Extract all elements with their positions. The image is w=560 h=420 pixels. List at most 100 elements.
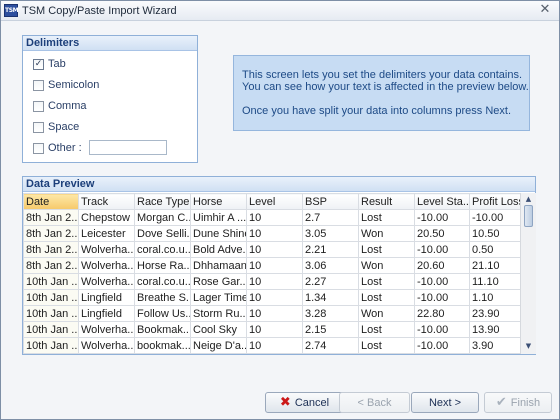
close-icon[interactable]: ✕ <box>537 3 553 17</box>
table-row[interactable]: 8th Jan 2... Chepstow Morgan C... Uimhir A … <box>23 209 520 226</box>
chevron-down-icon[interactable]: ▼ <box>524 342 533 351</box>
table-cell: Won <box>358 305 415 322</box>
space-option[interactable]: Space <box>33 120 79 134</box>
table-row[interactable]: 10th Jan ...SandownWilliam H...Sir Kavan… <box>23 353 520 354</box>
table-cell: Lost <box>358 337 415 354</box>
table-cell: Lingfield <box>78 289 135 306</box>
table-row[interactable]: 10th Jan ... Lingfield Follow Us... Storm R… <box>23 305 520 322</box>
table-cell: Follow Us... <box>134 305 191 322</box>
table-cell: 8th Jan 2... <box>23 225 79 242</box>
data-preview-header: Data Preview <box>23 177 535 192</box>
table-cell: -10.00 <box>414 209 470 226</box>
column-header[interactable]: BSP <box>302 193 359 210</box>
table-cell: Wolverha... <box>78 337 135 354</box>
table-cell: Storm Ru... <box>190 305 247 322</box>
other-delimiter-input[interactable] <box>89 140 167 155</box>
data-preview-panel: Data Preview Date Track Race Type Horse … <box>22 176 536 355</box>
table-cell: 10th Jan ... <box>23 289 79 306</box>
table-cell: 10 <box>246 209 303 226</box>
table-cell: Bookmak... <box>134 321 191 338</box>
table-row[interactable]: 10th Jan ... Lingfield Breathe S... Lager T… <box>23 289 520 306</box>
table-row[interactable]: 10th Jan ... Wolverha... Bookmak... Cool Sk… <box>23 321 520 338</box>
table-cell: 3.05 <box>302 225 359 242</box>
column-header[interactable]: Date <box>23 193 79 210</box>
table-cell: 10 <box>246 305 303 322</box>
preview-grid[interactable]: Date Track Race Type Horse Level BSP Res… <box>23 193 520 354</box>
back-button[interactable]: < Back <box>339 392 410 413</box>
column-header[interactable]: Profit Loss <box>469 193 520 210</box>
cancel-button[interactable]: ✖ Cancel <box>265 392 344 413</box>
table-cell: Wolverha... <box>78 257 135 274</box>
table-cell: 3.28 <box>302 305 359 322</box>
chevron-up-icon[interactable]: ▲ <box>524 195 533 204</box>
table-cell: Dove Selli... <box>134 225 191 242</box>
window-title: TSM Copy/Paste Import Wizard <box>22 5 177 17</box>
table-cell: coral.co.u... <box>134 241 191 258</box>
table-cell: Bold Adve... <box>190 241 247 258</box>
table-cell: 10th Jan ... <box>23 273 79 290</box>
table-row[interactable]: 8th Jan 2... Wolverha... Horse Ra... Dhhama… <box>23 257 520 274</box>
comma-checkbox[interactable] <box>33 100 44 112</box>
table-cell: -10.00 <box>469 209 520 226</box>
delimiters-header: Delimiters <box>23 36 197 51</box>
column-header[interactable]: Level <box>246 193 303 210</box>
table-cell: 10.50 <box>469 225 520 242</box>
table-cell: Dune Shine <box>190 225 247 242</box>
tab-label: Tab <box>48 58 66 70</box>
column-header[interactable]: Horse <box>190 193 247 210</box>
table-cell: 23.90 <box>469 305 520 322</box>
preview-body: 8th Jan 2... Chepstow Morgan C... Uimhir A … <box>23 209 520 354</box>
header-row: Date Track Race Type Horse Level BSP Res… <box>23 193 520 210</box>
table-cell: 11.10 <box>469 273 520 290</box>
table-cell: 10 <box>246 241 303 258</box>
scroll-thumb[interactable] <box>524 205 533 227</box>
finish-label: Finish <box>510 396 541 409</box>
semicolon-option[interactable]: Semicolon <box>33 78 99 92</box>
instructions-box: This screen lets you set the delimiters … <box>233 55 530 131</box>
table-cell: 3.06 <box>302 257 359 274</box>
table-cell: Leicester <box>78 225 135 242</box>
table-cell: coral.co.u... <box>134 273 191 290</box>
next-button[interactable]: Next > <box>411 392 479 413</box>
other-option[interactable]: Other : <box>33 141 82 155</box>
tab-option[interactable]: ✓ Tab <box>33 57 66 71</box>
table-cell: -10.00 <box>414 289 470 306</box>
table-cell: William H... <box>134 353 191 354</box>
column-header[interactable]: Level Sta... <box>414 193 470 210</box>
cancel-label: Cancel <box>294 396 330 409</box>
app-logo-icon: TSM <box>4 4 19 17</box>
table-cell: 10 <box>246 289 303 306</box>
table-cell: 10th Jan ... <box>23 305 79 322</box>
table-cell: 2.74 <box>302 337 359 354</box>
space-label: Space <box>48 121 80 133</box>
table-cell: 3.90 <box>469 337 520 354</box>
table-cell: Morgan C... <box>134 209 191 226</box>
table-cell: Lost <box>358 273 415 290</box>
next-label: Next > <box>428 396 462 409</box>
semicolon-checkbox[interactable] <box>33 79 44 91</box>
column-header[interactable]: Result <box>358 193 415 210</box>
column-header[interactable]: Race Type <box>134 193 191 210</box>
table-row[interactable]: 10th Jan ... Wolverha... coral.co.u... Rose… <box>23 273 520 290</box>
space-checkbox[interactable] <box>33 121 44 133</box>
vertical-scrollbar[interactable]: ▲ ▼ <box>520 193 536 354</box>
table-cell: Sir Kavan... <box>190 353 247 354</box>
column-header[interactable]: Track <box>78 193 135 210</box>
table-cell: 22.80 <box>414 305 470 322</box>
back-label: < Back <box>357 396 392 409</box>
table-cell: Lost <box>358 353 415 354</box>
finish-button[interactable]: ✔ Finish <box>484 392 552 413</box>
table-row[interactable]: 10th Jan ... Wolverha... bookmak... Neige D… <box>23 337 520 354</box>
table-cell: 0.50 <box>469 241 520 258</box>
semicolon-label: Semicolon <box>48 79 100 91</box>
table-cell: 2.15 <box>302 321 359 338</box>
comma-option[interactable]: Comma <box>33 99 87 113</box>
table-cell: Uimhir A ... <box>190 209 247 226</box>
table-row[interactable]: 8th Jan 2... Wolverha... coral.co.u... Bold… <box>23 241 520 258</box>
table-cell: bookmak... <box>134 337 191 354</box>
tab-checkbox[interactable]: ✓ <box>33 58 44 70</box>
preview-table: Date Track Race Type Horse Level BSP Res… <box>23 193 520 354</box>
table-cell: Wolverha... <box>78 321 135 338</box>
other-checkbox[interactable] <box>33 142 44 154</box>
table-row[interactable]: 8th Jan 2... Leicester Dove Selli... Dune S… <box>23 225 520 242</box>
